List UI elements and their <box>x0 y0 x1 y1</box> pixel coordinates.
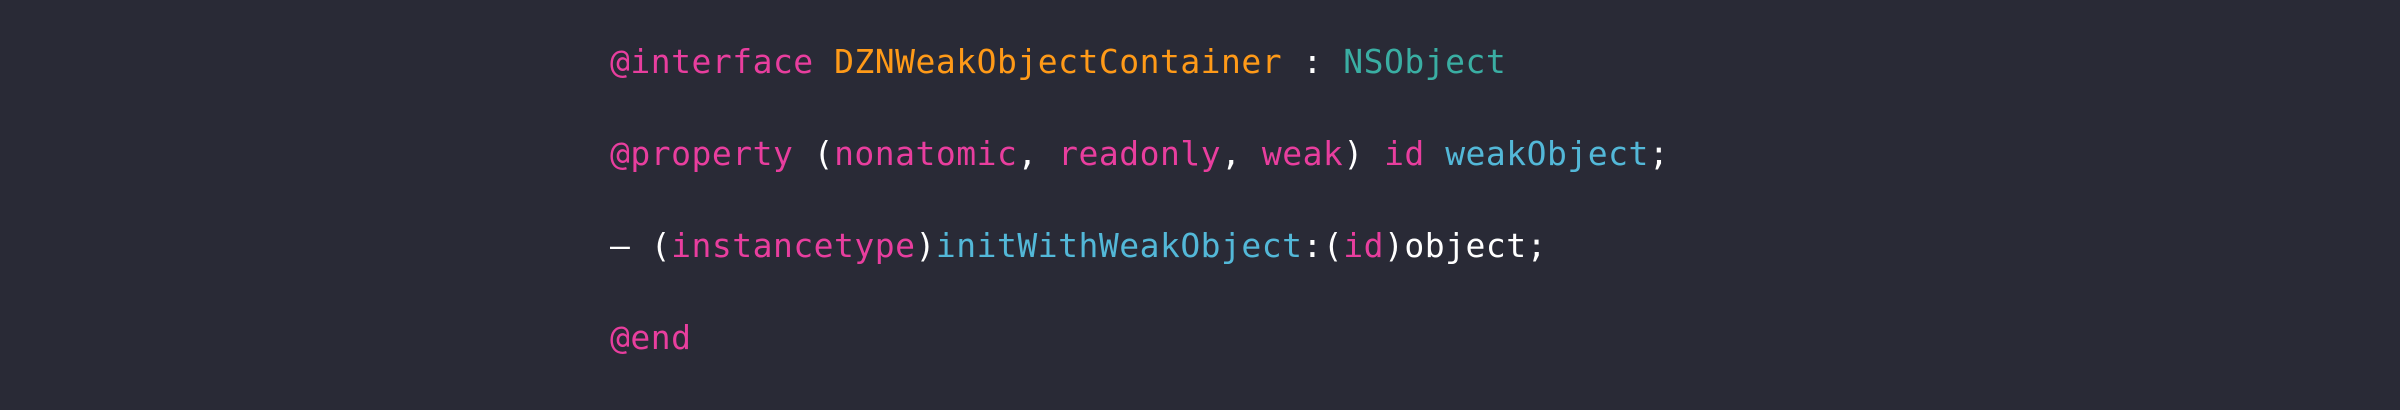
code-token-plain: – ( <box>610 226 672 265</box>
code-token-identifier: weakObject <box>1445 134 1649 173</box>
code-token-class-name: DZNWeakObjectContainer <box>834 42 1283 81</box>
code-token-keyword: nonatomic <box>834 134 1018 173</box>
code-token-plain: ) <box>1343 134 1385 173</box>
code-token-keyword: @end <box>610 318 692 357</box>
code-token-plain: : <box>1282 42 1344 81</box>
code-block: @interface DZNWeakObjectContainer : NSOb… <box>610 42 1669 410</box>
code-token-keyword: id <box>1343 226 1385 265</box>
code-token-identifier: initWithWeakObject <box>935 226 1303 265</box>
code-token-plain: ( <box>793 134 835 173</box>
code-line: @interface DZNWeakObjectContainer : NSOb… <box>610 42 1669 134</box>
code-snippet-panel: @interface DZNWeakObjectContainer : NSOb… <box>0 0 2400 410</box>
code-token-keyword: @property <box>610 134 794 173</box>
code-token-plain: ) <box>915 226 936 265</box>
code-token-keyword: @interface <box>610 42 814 81</box>
code-token-plain: , <box>1017 134 1059 173</box>
code-token-plain: )object; <box>1384 226 1547 265</box>
code-token-keyword: weak <box>1261 134 1344 173</box>
code-line: @end <box>610 318 1669 410</box>
code-line: @property (nonatomic, readonly, weak) id… <box>610 134 1669 226</box>
code-token-plain: ; <box>1648 134 1670 173</box>
code-line: – (instancetype)initWithWeakObject:(id)o… <box>610 226 1669 318</box>
code-token-keyword: id <box>1384 134 1425 173</box>
code-token-keyword: readonly <box>1058 134 1222 173</box>
code-token-plain: , <box>1221 134 1262 173</box>
code-token-plain: :( <box>1302 226 1344 265</box>
code-token-keyword: instancetype <box>671 226 916 265</box>
code-token-superclass: NSObject <box>1343 42 1507 81</box>
